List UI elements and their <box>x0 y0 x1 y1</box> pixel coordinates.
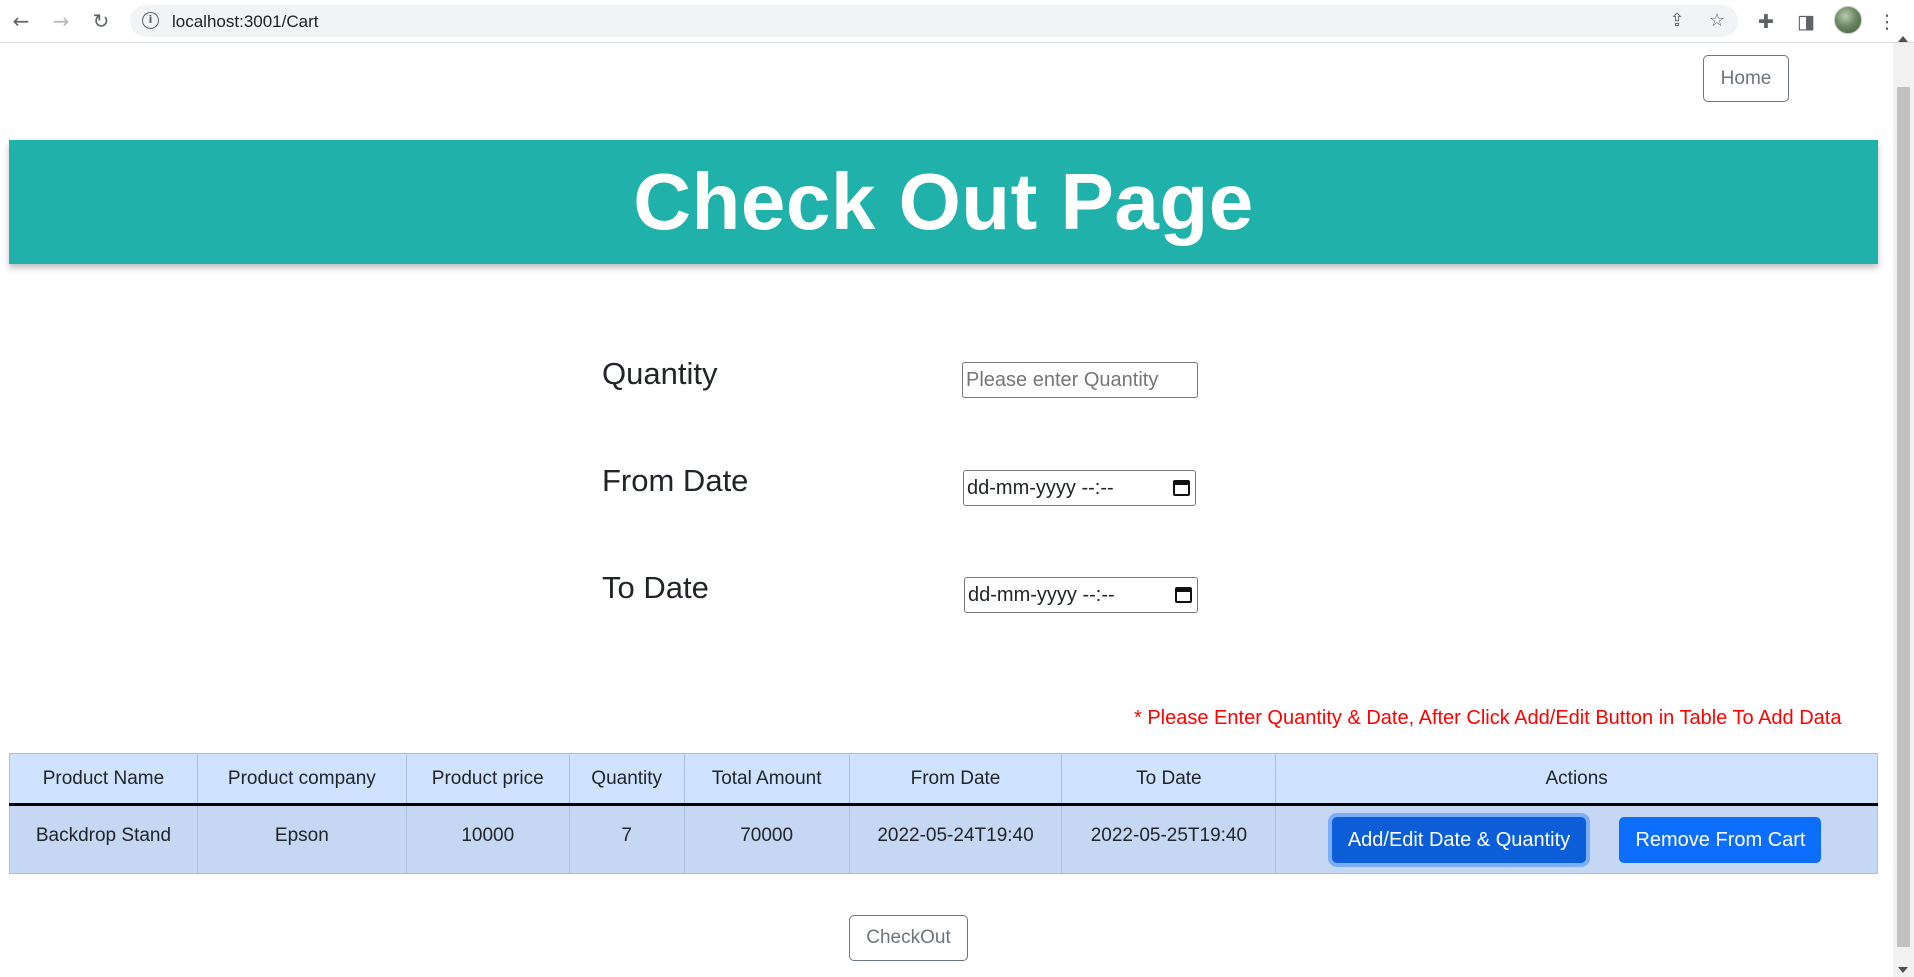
actions-cell: Add/Edit Date & Quantity Remove From Car… <box>1275 804 1878 874</box>
back-icon[interactable]: ← <box>8 8 34 34</box>
quantity-input[interactable]: Please enter Quantity <box>962 362 1198 398</box>
browser-toolbar: ← → ↻ i localhost:3001/Cart ⇪ ☆ ✚ ◨ ⋮ <box>0 0 1914 43</box>
calendar-icon[interactable] <box>1173 480 1190 496</box>
remove-from-cart-button[interactable]: Remove From Cart <box>1619 816 1822 863</box>
scrollbar[interactable] <box>1893 36 1914 977</box>
column-header: Total Amount <box>683 753 850 806</box>
checkout-button[interactable]: CheckOut <box>849 915 968 961</box>
kebab-menu-icon[interactable]: ⋮ <box>1874 9 1900 35</box>
column-header: Product price <box>405 753 570 806</box>
scroll-thumb[interactable] <box>1897 87 1910 947</box>
cart-table: Product Name Product company Product pri… <box>9 753 1878 874</box>
puzzle-icon[interactable]: ✚ <box>1753 9 1779 35</box>
from-date-input[interactable]: dd-mm-yyyy --:-- <box>963 470 1196 506</box>
info-icon[interactable]: i <box>142 12 159 29</box>
column-header: Product company <box>196 753 407 806</box>
to-date-input[interactable]: dd-mm-yyyy --:-- <box>964 577 1198 613</box>
forward-icon[interactable]: → <box>48 8 74 34</box>
page-banner: Check Out Page <box>9 140 1878 264</box>
table-header-row: Product Name Product company Product pri… <box>9 753 1878 806</box>
instruction-hint: * Please Enter Quantity & Date, After Cl… <box>1134 707 1842 729</box>
url-text[interactable]: localhost:3001/Cart <box>172 12 318 32</box>
total-cell: 70000 <box>683 804 850 874</box>
to-date-value: dd-mm-yyyy --:-- <box>968 583 1115 606</box>
product-name-cell: Backdrop Stand <box>9 804 198 874</box>
reload-icon[interactable]: ↻ <box>88 8 114 34</box>
column-header: To Date <box>1061 753 1277 806</box>
column-header: Product Name <box>9 753 198 806</box>
calendar-icon[interactable] <box>1175 587 1192 603</box>
to-date-cell: 2022-05-25T19:40 <box>1061 804 1277 874</box>
home-button[interactable]: Home <box>1703 55 1789 102</box>
from-date-label: From Date <box>602 463 749 498</box>
column-header: Actions <box>1275 753 1878 806</box>
from-date-cell: 2022-05-24T19:40 <box>848 804 1063 874</box>
page-title: Check Out Page <box>633 157 1254 246</box>
company-cell: Epson <box>196 804 407 874</box>
side-panel-icon[interactable]: ◨ <box>1793 9 1819 35</box>
quantity-placeholder: Please enter Quantity <box>966 368 1159 391</box>
address-bar[interactable]: i localhost:3001/Cart ⇪ ☆ <box>130 5 1738 37</box>
star-icon[interactable]: ☆ <box>1706 10 1728 32</box>
column-header: Quantity <box>568 753 685 806</box>
scroll-up-icon[interactable] <box>1898 36 1908 42</box>
table-row: Backdrop Stand Epson 10000 7 70000 2022-… <box>9 804 1878 874</box>
price-cell: 10000 <box>405 804 570 874</box>
quantity-label: Quantity <box>602 356 718 391</box>
share-icon[interactable]: ⇪ <box>1666 10 1688 32</box>
add-edit-button[interactable]: Add/Edit Date & Quantity <box>1331 816 1587 863</box>
to-date-label: To Date <box>602 570 709 605</box>
quantity-cell: 7 <box>568 804 685 874</box>
column-header: From Date <box>848 753 1063 806</box>
avatar[interactable] <box>1834 6 1862 34</box>
from-date-value: dd-mm-yyyy --:-- <box>967 476 1114 499</box>
scroll-down-icon[interactable] <box>1898 967 1908 973</box>
